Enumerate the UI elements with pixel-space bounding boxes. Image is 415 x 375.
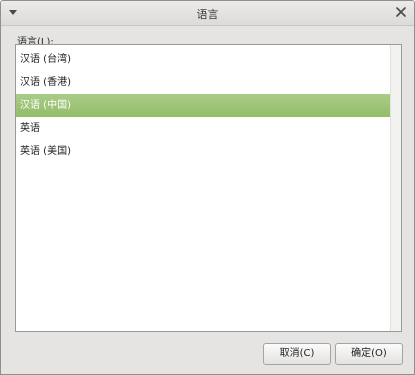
close-icon[interactable]: [395, 6, 407, 18]
list-item-zh-cn[interactable]: 汉语 (中国): [16, 94, 391, 117]
list-item-en[interactable]: 英语: [16, 117, 391, 140]
cancel-button[interactable]: 取消(C): [263, 343, 331, 365]
list-scrollbar[interactable]: [390, 45, 401, 331]
list-item-zh-hk[interactable]: 汉语 (香港): [16, 71, 391, 94]
list-item-en-us[interactable]: 英语 (美国): [16, 140, 391, 163]
list-item-zh-tw[interactable]: 汉语 (台湾): [16, 48, 391, 71]
dialog-title: 语言: [196, 8, 219, 21]
language-dialog: 语言 语言(L): 汉语 (台湾) 汉语 (香港) 汉语 (中国) 英语 英语 …: [0, 0, 415, 375]
language-list[interactable]: 汉语 (台湾) 汉语 (香港) 汉语 (中国) 英语 英语 (美国): [15, 44, 402, 332]
title-bar: 语言: [1, 1, 414, 26]
ok-button[interactable]: 确定(O): [335, 343, 403, 365]
